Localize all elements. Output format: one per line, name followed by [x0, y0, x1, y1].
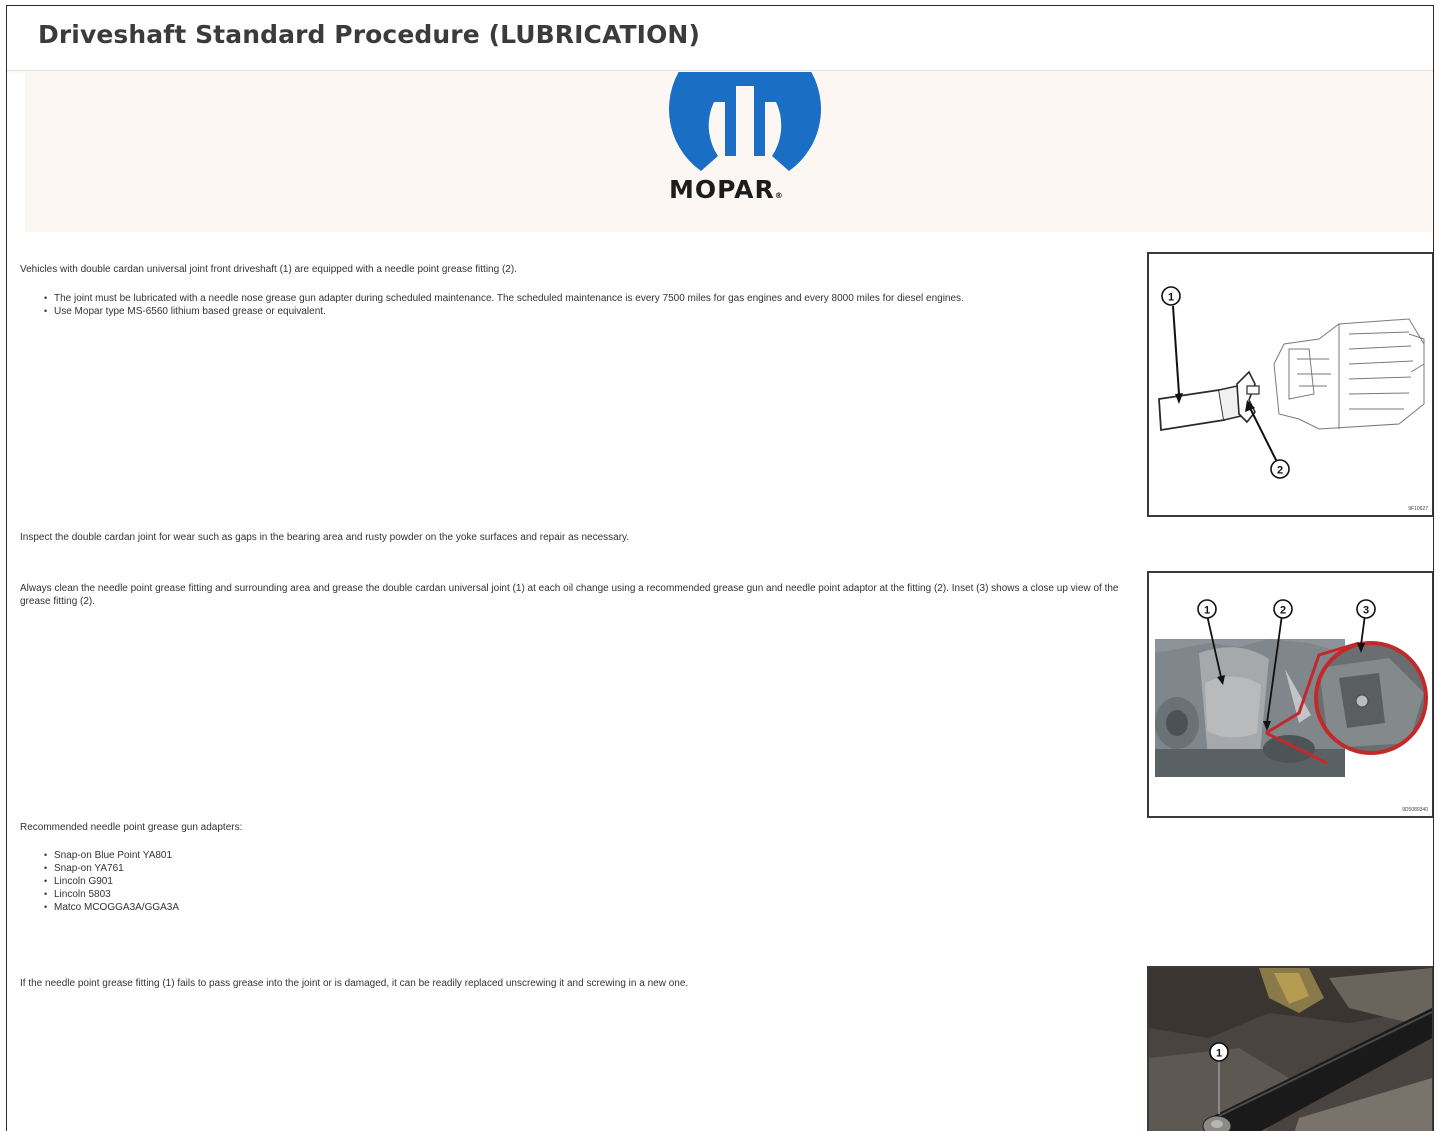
figure-grease-fitting-photo: 1 [1147, 966, 1433, 1131]
callout-label: 1 [1216, 1048, 1222, 1060]
bullet-item: The joint must be lubricated with a need… [20, 292, 1130, 305]
mopar-logo-icon [669, 72, 821, 171]
figure-code: 9D5089340 [1402, 807, 1428, 813]
mopar-wordmark: MOPAR® [669, 175, 784, 204]
brand-name: MOPAR [669, 175, 775, 204]
bullet-item: Snap-on Blue Point YA801 [20, 849, 620, 862]
section-3-text: Always clean the needle point grease fit… [20, 583, 1119, 607]
title-bar: Driveshaft Standard Procedure (LUBRICATI… [7, 6, 1433, 71]
section-5-text: If the needle point grease fitting (1) f… [20, 978, 689, 989]
bullet-item: Lincoln 5803 [20, 888, 620, 901]
bullet-item: Snap-on YA761 [20, 862, 620, 875]
callout-label: 1 [1168, 292, 1174, 304]
section-1-text: Vehicles with double cardan universal jo… [20, 264, 517, 275]
callout-label: 1 [1204, 605, 1210, 617]
figure-code: 9F10627 [1408, 506, 1428, 512]
callout-label: 3 [1363, 605, 1369, 617]
section-4-text: Recommended needle point grease gun adap… [20, 822, 243, 833]
section-2-text: Inspect the double cardan joint for wear… [20, 532, 630, 543]
bullet-item: Use Mopar type MS-6560 lithium based gre… [20, 305, 1130, 318]
callout-label: 2 [1277, 465, 1283, 477]
section-4-bullets: Snap-on Blue Point YA801 Snap-on YA761 L… [20, 849, 620, 914]
callout-label: 2 [1280, 605, 1286, 617]
figure-driveshaft-diagram: 1 2 9F10627 [1147, 252, 1433, 517]
figure-cardan-joint-photo: 1 2 3 9D5089340 [1147, 571, 1433, 818]
grease-fitting-photo: 1 [1149, 968, 1432, 1131]
document-frame: Driveshaft Standard Procedure (LUBRICATI… [6, 5, 1434, 1131]
section-1-bullets: The joint must be lubricated with a need… [20, 292, 1130, 318]
registered-mark: ® [774, 191, 784, 200]
brand-banner: MOPAR® [25, 72, 1432, 232]
page-title: Driveshaft Standard Procedure (LUBRICATI… [38, 20, 700, 49]
driveshaft-diagram-illustration: 1 2 [1158, 286, 1425, 479]
bullet-item: Lincoln G901 [20, 875, 620, 888]
bullet-item: Matco MCOGGA3A/GGA3A [20, 901, 620, 914]
cardan-joint-photo: 1 2 3 [1155, 599, 1428, 777]
